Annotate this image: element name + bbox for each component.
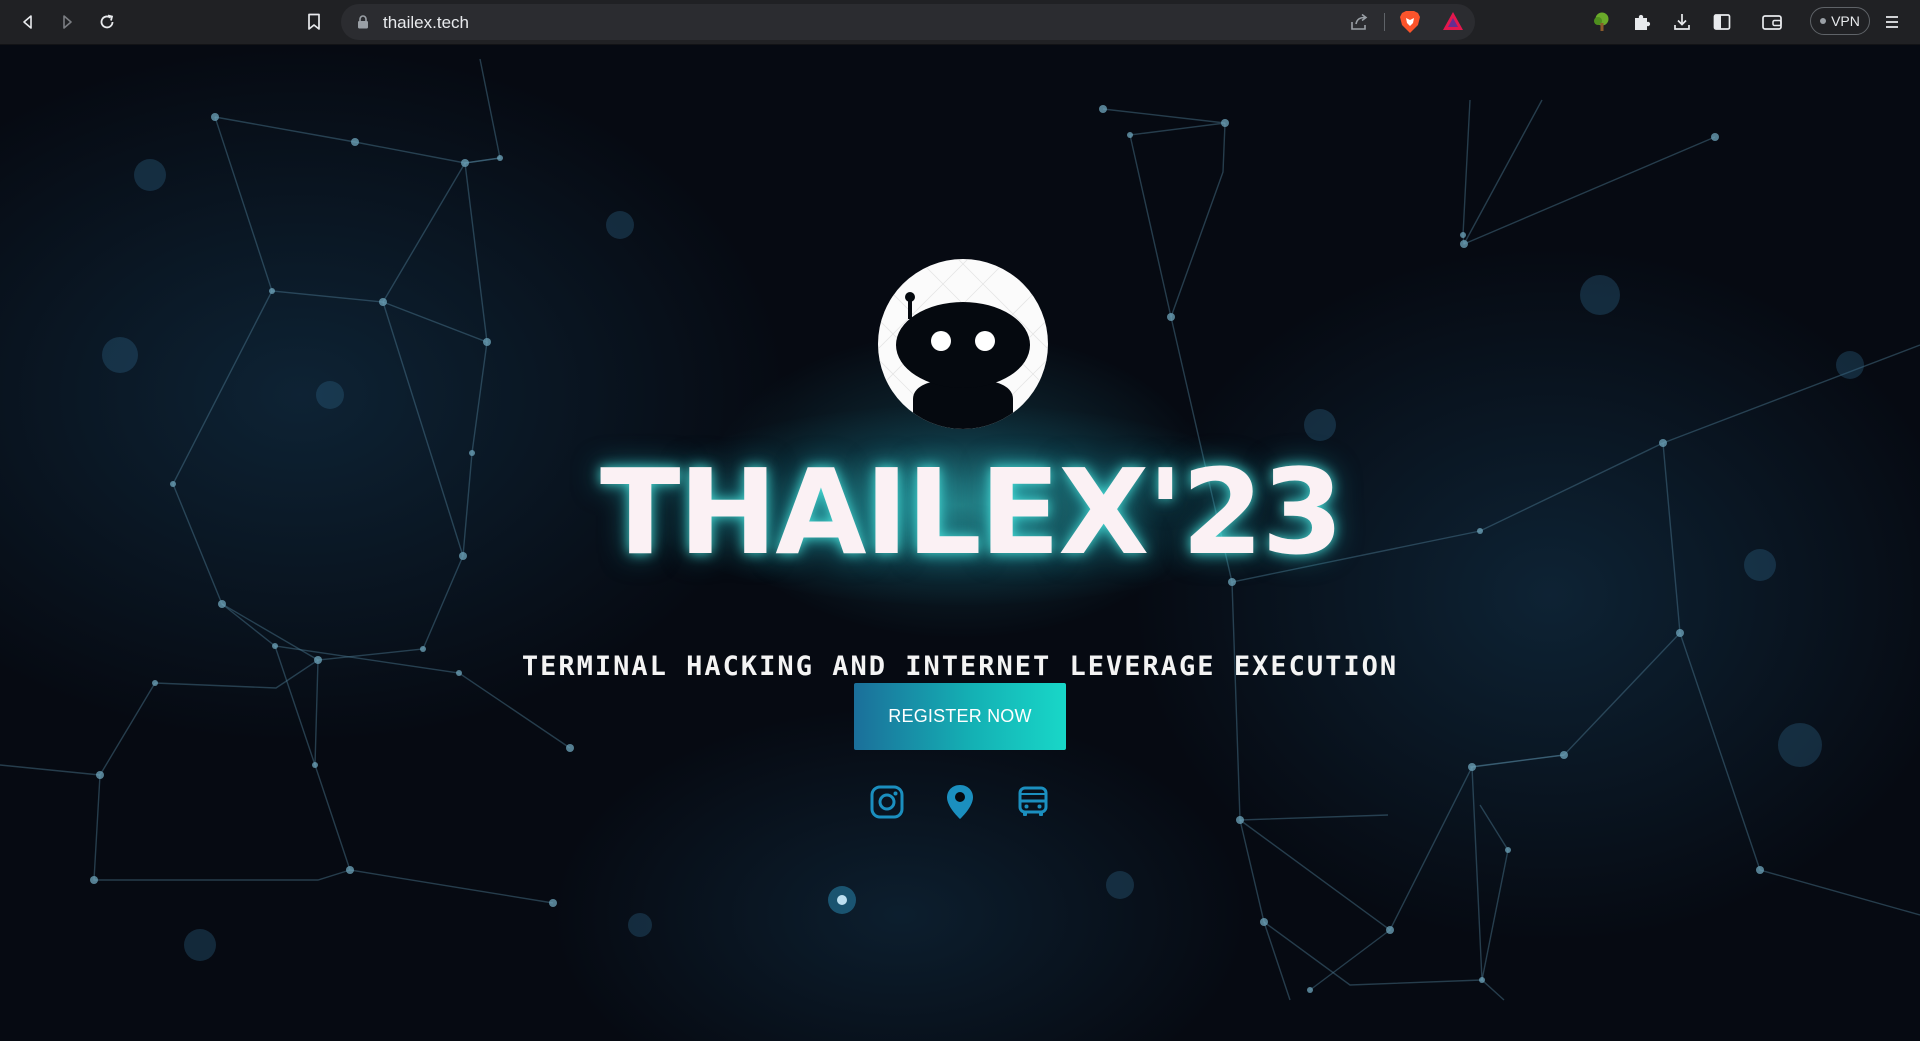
brave-shields-icon[interactable] (1399, 10, 1421, 39)
brave-rewards-icon[interactable] (1441, 10, 1465, 37)
share-icon[interactable] (1349, 12, 1369, 37)
divider (1384, 13, 1385, 31)
vpn-label: VPN (1831, 13, 1860, 29)
page-title: THAILEX'23 (600, 443, 1344, 581)
wallet-icon[interactable] (1758, 8, 1786, 36)
bus-icon[interactable] (1013, 782, 1053, 822)
register-button[interactable]: REGISTER NOW (854, 683, 1066, 750)
instagram-icon[interactable] (867, 782, 907, 822)
reload-icon[interactable] (93, 8, 121, 36)
vpn-status-dot (1820, 18, 1827, 24)
url-text[interactable]: thailex.tech (383, 13, 469, 33)
forward-arrow-icon[interactable] (53, 8, 81, 36)
map-pin-icon[interactable] (940, 782, 980, 822)
robot-head-logo (878, 259, 1048, 429)
landing-page: THAILEX'23 Terminal Hacking and Internet… (0, 45, 1920, 1041)
lock-icon (357, 15, 369, 34)
back-arrow-icon[interactable] (14, 8, 42, 36)
download-icon[interactable] (1668, 8, 1696, 36)
tree-extension-icon[interactable] (1588, 8, 1616, 36)
bookmark-icon[interactable] (300, 8, 328, 36)
address-bar[interactable]: thailex.tech (341, 4, 1475, 40)
hamburger-menu-icon[interactable] (1878, 8, 1906, 36)
vpn-button[interactable]: VPN (1810, 7, 1870, 35)
sidebar-icon[interactable] (1708, 8, 1736, 36)
browser-toolbar: thailex.tech VPN (0, 0, 1920, 45)
tagline: Terminal Hacking and Internet Leverage E… (521, 651, 1399, 682)
puzzle-icon[interactable] (1628, 8, 1656, 36)
